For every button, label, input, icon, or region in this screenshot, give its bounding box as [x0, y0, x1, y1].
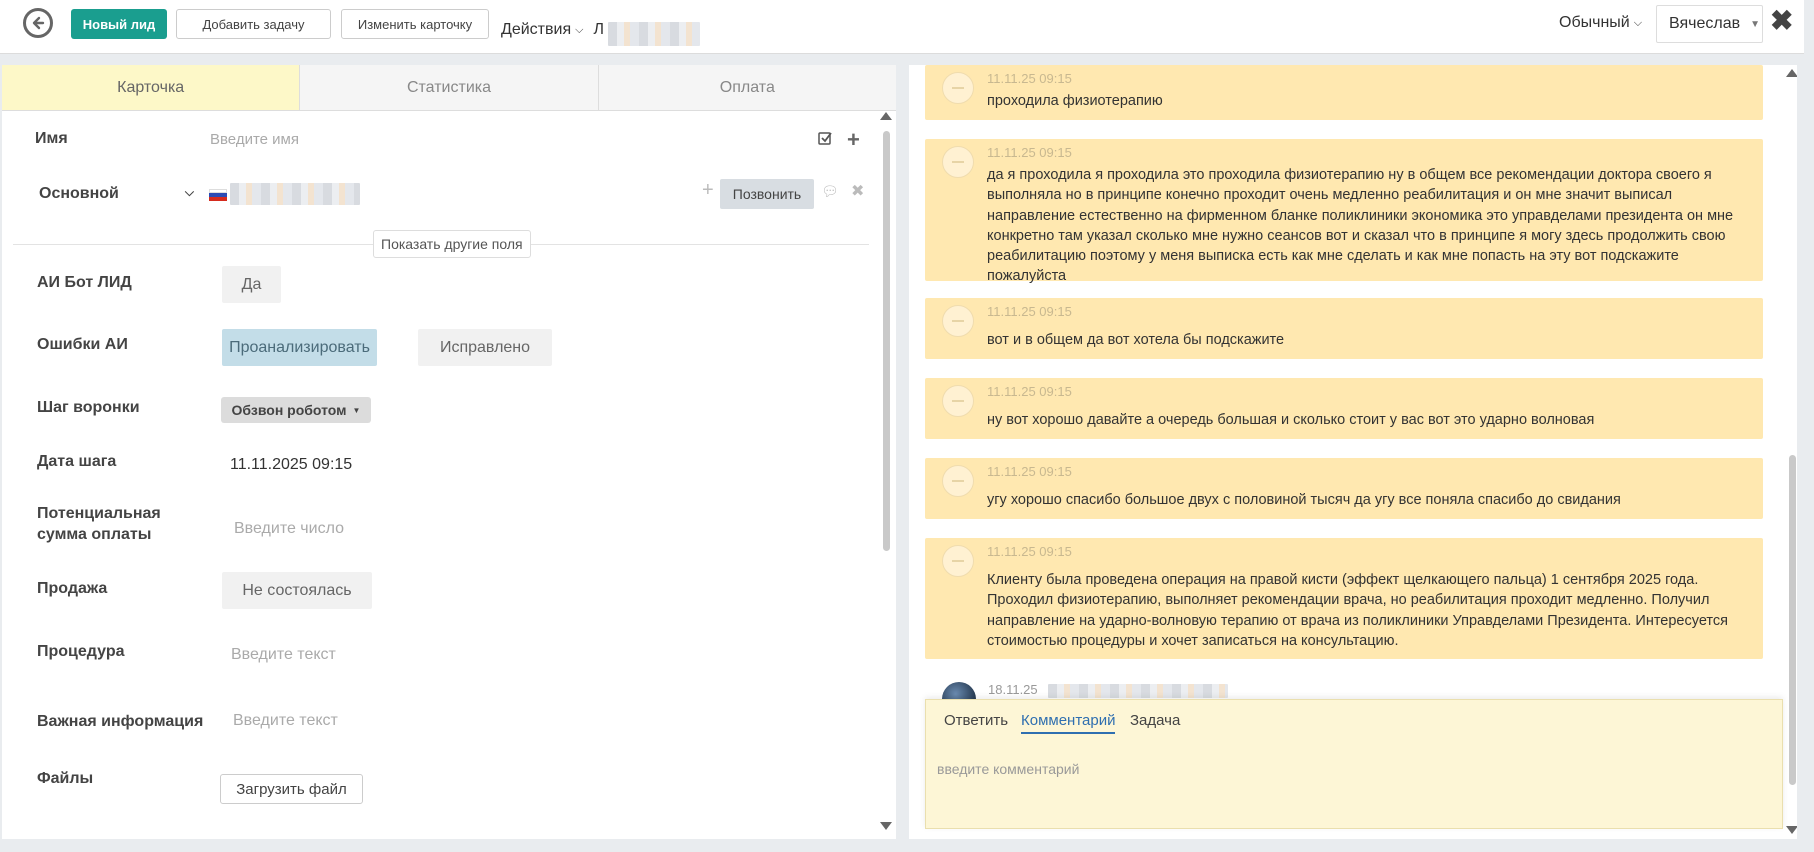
russia-flag-icon — [209, 189, 227, 201]
tab-payment[interactable]: Оплата — [598, 65, 896, 110]
avatar — [942, 385, 974, 417]
message-text: да я проходила я проходила это проходила… — [987, 167, 1734, 285]
ai-errors-label: Ошибки АИ — [37, 336, 128, 353]
message-text: ну вот хорошо давайте а очередь большая … — [987, 412, 1595, 428]
tab-task[interactable]: Задача — [1130, 712, 1180, 729]
message-time: 11.11.25 09:15 — [987, 464, 1072, 479]
message-icon[interactable]: 💬︎ — [821, 183, 839, 200]
activity-feed-panel: 11.11.25 09:15 проходила физиотерапию 11… — [909, 65, 1797, 839]
procedure-input[interactable]: Введите текст — [231, 646, 336, 664]
message-item: 11.11.25 09:15 вот и в общем да вот хоте… — [925, 298, 1763, 359]
message-time: 11.11.25 09:15 — [987, 384, 1072, 399]
scrollbar[interactable] — [880, 112, 892, 839]
funnel-step-select[interactable]: Обзвон роботом ▼ — [221, 397, 371, 423]
checkbox-icon[interactable] — [818, 131, 833, 151]
tab-card[interactable]: Карточка — [2, 65, 301, 110]
files-label: Файлы — [37, 770, 94, 787]
scroll-thumb[interactable] — [1789, 455, 1796, 785]
phone-type-label: Основной — [39, 185, 119, 202]
phone-type-select[interactable]: Основной ⌵ — [39, 185, 194, 203]
top-toolbar: Новый лид Добавить задачу Изменить карто… — [0, 0, 1804, 54]
message-text: Клиенту была проведена операция на право… — [987, 572, 1729, 649]
mode-select[interactable]: Обычный ⌵ — [1559, 14, 1642, 32]
tab-reply[interactable]: Ответить — [944, 712, 1008, 729]
redacted-phone — [230, 183, 360, 205]
important-info-input[interactable]: Введите текст — [233, 712, 338, 730]
scroll-thumb[interactable] — [883, 131, 890, 551]
call-button[interactable]: Позвонить — [720, 179, 814, 209]
message-time: 11.11.25 09:15 — [987, 71, 1072, 86]
name-label: Имя — [35, 130, 68, 147]
close-icon[interactable]: ✖ — [1770, 6, 1793, 36]
redacted-lead-name — [607, 22, 700, 46]
procedure-label: Процедура — [37, 643, 125, 660]
caret-down-icon: ▼ — [1750, 18, 1761, 30]
avatar — [942, 305, 974, 337]
funnel-step-label: Шаг воронки — [37, 399, 140, 416]
scroll-up-icon[interactable] — [880, 112, 892, 120]
potential-sum-input[interactable]: Введите число — [234, 520, 344, 538]
chevron-down-icon: ⌵ — [184, 185, 194, 199]
message-time: 18.11.25 — [988, 682, 1038, 697]
actions-label: Действия — [501, 21, 572, 38]
fixed-button[interactable]: Исправлено — [418, 329, 552, 366]
card-tabs: Карточка Статистика Оплата — [2, 65, 896, 111]
message-text: угу хорошо спасибо большое двух с полови… — [987, 492, 1621, 508]
sale-label: Продажа — [37, 580, 108, 597]
ai-bot-value[interactable]: Да — [222, 266, 281, 303]
comment-composer: Ответить Комментарий Задача введите комм… — [925, 699, 1783, 829]
potential-sum-label-line1: Потенциальная — [37, 505, 161, 522]
user-select[interactable]: Вячеслав ▼ — [1656, 5, 1763, 43]
remove-icon[interactable]: ✖ — [851, 181, 864, 201]
back-arrow-icon[interactable] — [23, 8, 53, 38]
scroll-down-icon[interactable] — [1786, 826, 1797, 834]
avatar — [942, 465, 974, 497]
mode-label: Обычный — [1559, 14, 1630, 31]
add-phone-icon[interactable]: + — [702, 179, 714, 202]
analyze-button[interactable]: Проанализировать — [222, 329, 377, 366]
ai-bot-label: АИ Бот ЛИД — [37, 274, 132, 291]
tab-statistics[interactable]: Статистика — [300, 65, 599, 110]
user-name: Вячеслав — [1669, 15, 1741, 32]
scroll-up-icon[interactable] — [1786, 69, 1797, 77]
chevron-down-icon: ⌵ — [575, 23, 584, 36]
comment-input[interactable]: введите комментарий — [937, 761, 1079, 777]
message-time: 11.11.25 09:15 — [987, 304, 1072, 319]
name-input[interactable]: Введите имя — [210, 131, 299, 148]
message-time: 11.11.25 09:15 — [987, 544, 1072, 559]
edit-card-button[interactable]: Изменить карточку — [341, 9, 489, 39]
lead-card-panel: Карточка Статистика Оплата Имя Введите и… — [2, 65, 896, 839]
message-text: вот и в общем да вот хотела бы подскажит… — [987, 332, 1285, 348]
scroll-down-icon[interactable] — [880, 822, 892, 830]
add-icon[interactable]: + — [847, 127, 860, 153]
chevron-down-icon: ⌵ — [1633, 16, 1643, 29]
lead-name: Л — [593, 21, 604, 38]
message-text: проходила физиотерапию — [987, 93, 1163, 109]
message-item: 11.11.25 09:15 да я проходила я проходил… — [925, 139, 1763, 284]
upload-file-button[interactable]: Загрузить файл — [220, 774, 363, 804]
message-item: 11.11.25 09:15 ну вот хорошо давайте а о… — [925, 378, 1763, 439]
tab-comment[interactable]: Комментарий — [1021, 712, 1116, 734]
new-lead-button[interactable]: Новый лид — [71, 9, 167, 39]
avatar — [942, 545, 974, 577]
sale-value[interactable]: Не состоялась — [222, 572, 372, 609]
step-date-value[interactable]: 11.11.2025 09:15 — [230, 456, 352, 474]
funnel-step-value: Обзвон роботом — [231, 402, 347, 418]
show-more-fields-button[interactable]: Показать другие поля — [373, 230, 531, 258]
avatar — [942, 146, 974, 178]
message-item: 11.11.25 09:15 проходила физиотерапию — [925, 65, 1763, 120]
caret-down-icon: ▼ — [352, 405, 361, 415]
potential-sum-label-line2: сумма оплаты — [37, 526, 152, 543]
message-time: 11.11.25 09:15 — [987, 145, 1072, 160]
avatar — [942, 72, 974, 104]
actions-menu[interactable]: Действия ⌵ Л — [501, 14, 700, 46]
add-task-button[interactable]: Добавить задачу — [176, 9, 331, 39]
message-item: 11.11.25 09:15 угу хорошо спасибо большо… — [925, 458, 1763, 519]
important-info-label: Важная информация — [37, 713, 204, 730]
message-item: 11.11.25 09:15 Клиенту была проведена оп… — [925, 538, 1763, 659]
redacted-author — [1048, 684, 1228, 698]
scrollbar[interactable] — [1786, 69, 1797, 839]
step-date-label: Дата шага — [37, 453, 117, 470]
